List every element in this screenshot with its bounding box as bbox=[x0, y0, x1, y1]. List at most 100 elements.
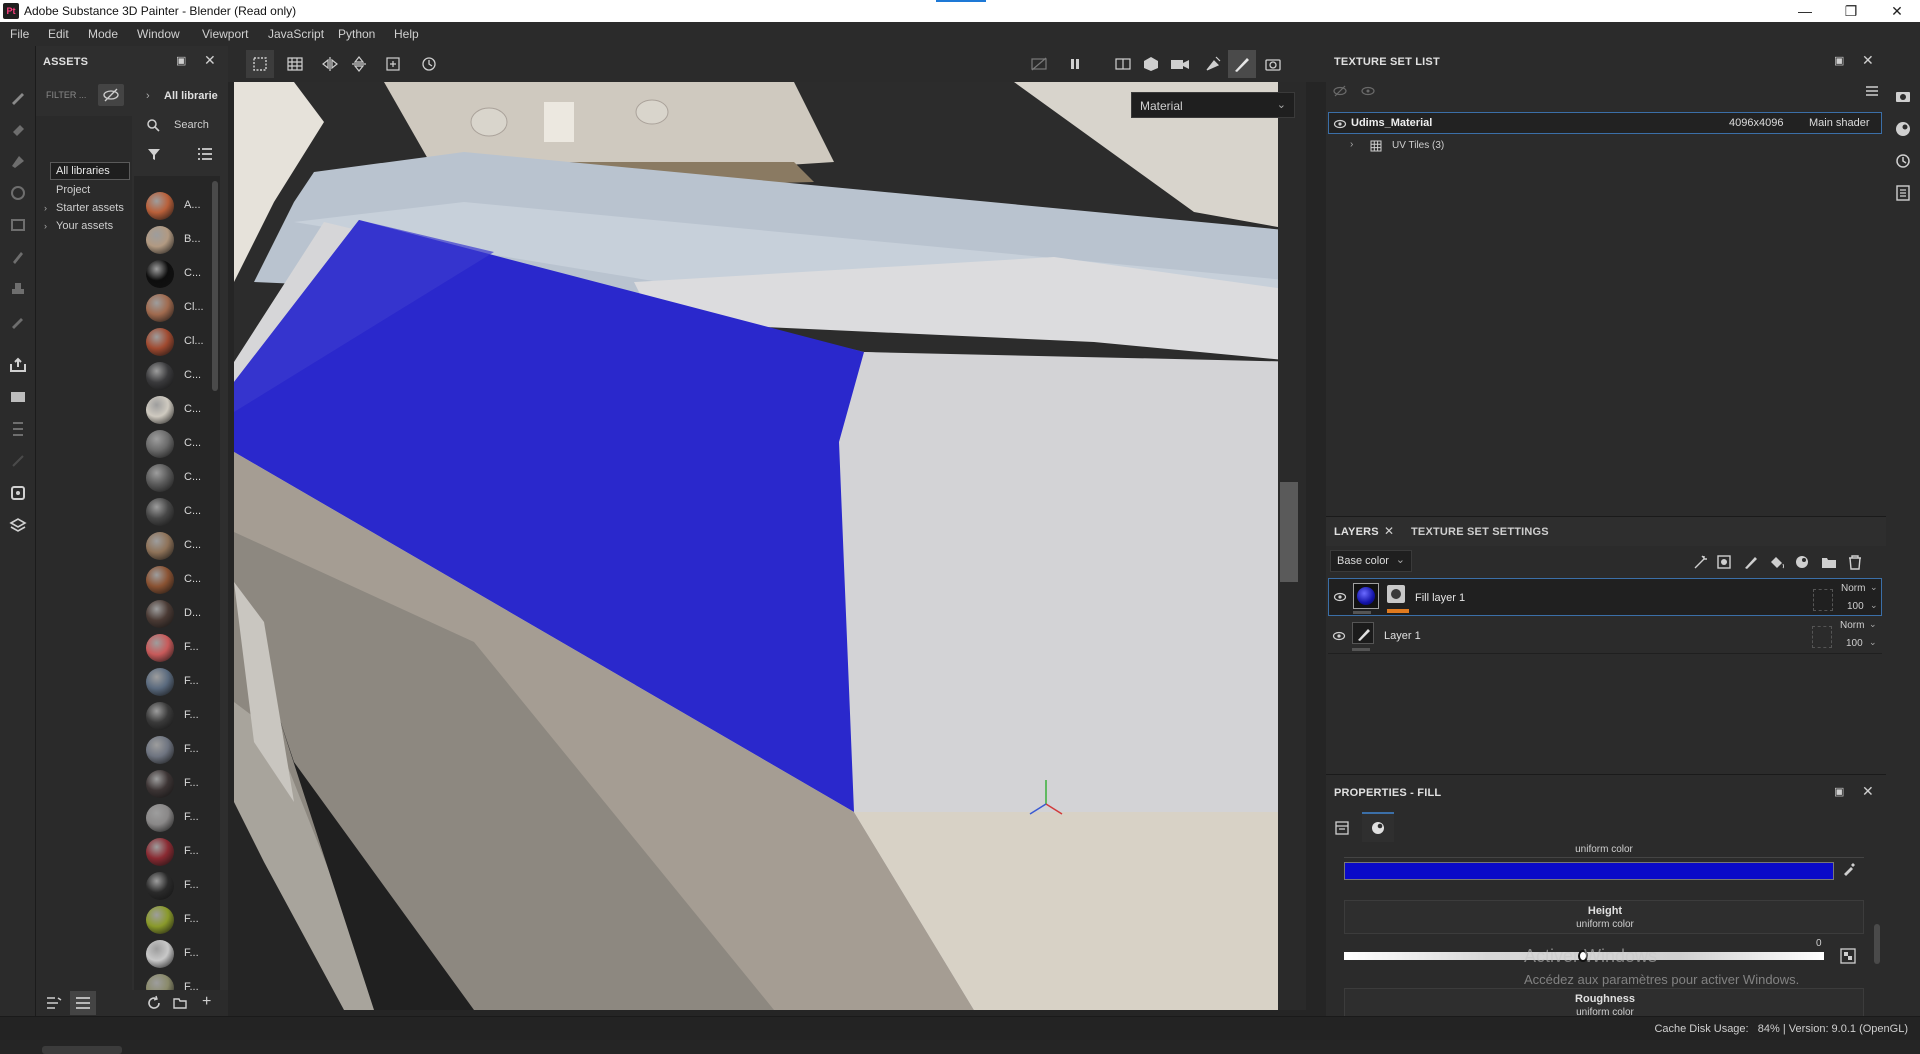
asset-label[interactable]: F... bbox=[184, 947, 199, 959]
asset-thumbnail[interactable] bbox=[146, 192, 174, 220]
3d-viewport[interactable] bbox=[234, 82, 1306, 1010]
tree-item-project[interactable]: Project bbox=[56, 184, 90, 196]
shelf-icon[interactable] bbox=[9, 420, 27, 438]
clone-icon[interactable] bbox=[9, 248, 27, 266]
asset-thumbnail[interactable] bbox=[146, 906, 174, 934]
asset-label[interactable]: F... bbox=[184, 641, 199, 653]
texture-set-row[interactable]: Udims_Material 4096x4096 Main shader bbox=[1328, 112, 1882, 134]
asset-label[interactable]: B... bbox=[184, 233, 201, 245]
asset-label[interactable]: C... bbox=[184, 539, 201, 551]
menu-icon[interactable] bbox=[1864, 84, 1880, 98]
mask-thumbnail[interactable] bbox=[1387, 585, 1405, 603]
close-panel-icon[interactable]: ✕ bbox=[1862, 52, 1874, 69]
history-icon[interactable] bbox=[1894, 152, 1912, 170]
asset-thumbnail[interactable] bbox=[146, 328, 174, 356]
asset-label[interactable]: Cl... bbox=[184, 335, 204, 347]
asset-thumbnail[interactable] bbox=[146, 294, 174, 322]
cube-icon[interactable] bbox=[1142, 55, 1160, 73]
filter-visibility-button[interactable] bbox=[98, 84, 124, 106]
asset-thumbnail[interactable] bbox=[146, 430, 174, 458]
asset-thumbnail[interactable] bbox=[146, 566, 174, 594]
asset-thumbnail[interactable] bbox=[146, 872, 174, 900]
layer-row[interactable]: Fill layer 1 Norm ⌄ 100 ⌄ bbox=[1328, 578, 1882, 616]
uv-tiles-label[interactable]: UV Tiles (3) bbox=[1392, 140, 1444, 151]
filter-icon[interactable] bbox=[146, 146, 162, 162]
eye-icon[interactable] bbox=[1333, 118, 1347, 130]
channel-dropdown[interactable]: Base color ⌄ bbox=[1330, 550, 1412, 572]
close-tab-icon[interactable]: ✕ bbox=[1384, 524, 1394, 538]
asset-thumbnail[interactable] bbox=[146, 770, 174, 798]
add-mask-icon[interactable] bbox=[1716, 554, 1734, 570]
chevron-down-icon[interactable]: ⌄ bbox=[1870, 582, 1878, 593]
close-assets-icon[interactable]: ✕ bbox=[204, 52, 216, 69]
add-asset-icon[interactable]: + bbox=[202, 993, 211, 1011]
add-folder-icon[interactable] bbox=[1820, 554, 1838, 570]
asset-label[interactable]: C... bbox=[184, 267, 201, 279]
asset-label[interactable]: F... bbox=[184, 811, 199, 823]
layer-name[interactable]: Fill layer 1 bbox=[1415, 592, 1465, 604]
hide-icon[interactable] bbox=[1030, 56, 1048, 72]
grid-icon[interactable] bbox=[286, 56, 304, 72]
eye-off-icon[interactable] bbox=[1332, 84, 1348, 98]
asset-label[interactable]: A... bbox=[184, 199, 201, 211]
undock-icon[interactable]: ▣ bbox=[1834, 785, 1844, 798]
asset-thumbnail[interactable] bbox=[146, 804, 174, 832]
effect-icon[interactable] bbox=[1692, 554, 1710, 570]
split-view-icon[interactable] bbox=[1114, 56, 1132, 72]
fill-settings-icon[interactable] bbox=[1334, 820, 1350, 836]
asset-thumbnail[interactable] bbox=[146, 498, 174, 526]
camera-icon[interactable] bbox=[1170, 56, 1190, 72]
asset-label[interactable]: D... bbox=[184, 607, 201, 619]
camera-snapshot-icon[interactable] bbox=[1894, 88, 1912, 104]
projection-icon[interactable] bbox=[9, 152, 27, 170]
smudge-icon[interactable] bbox=[9, 216, 27, 234]
layer-row[interactable]: Layer 1 Norm ⌄ 100 ⌄ bbox=[1328, 618, 1882, 654]
chevron-right-icon[interactable]: › bbox=[146, 90, 150, 102]
add-smart-material-icon[interactable] bbox=[1794, 554, 1812, 570]
search-input[interactable]: Search bbox=[174, 119, 209, 131]
refresh-icon[interactable] bbox=[146, 995, 162, 1011]
bake-icon[interactable] bbox=[9, 388, 27, 406]
blend-mode[interactable]: Norm bbox=[1840, 620, 1864, 631]
asset-label[interactable]: F... bbox=[184, 845, 199, 857]
tab-layers[interactable]: LAYERS bbox=[1334, 526, 1379, 538]
menu-edit[interactable]: Edit bbox=[48, 27, 69, 41]
eye-icon[interactable] bbox=[1332, 630, 1346, 642]
add-fill-layer-icon[interactable] bbox=[1768, 554, 1786, 570]
asset-label[interactable]: Cl... bbox=[184, 301, 204, 313]
close-panel-icon[interactable]: ✕ bbox=[1862, 783, 1874, 800]
symmetry-tool-icon[interactable] bbox=[1204, 55, 1222, 73]
tree-item-starter-assets[interactable]: Starter assets bbox=[56, 202, 124, 214]
paint-mode-button[interactable] bbox=[1228, 50, 1256, 78]
add-paint-layer-icon[interactable] bbox=[1742, 554, 1760, 570]
mirror-x-icon[interactable] bbox=[321, 56, 339, 72]
eye-icon[interactable] bbox=[1360, 84, 1376, 98]
blend-mode[interactable]: Norm bbox=[1841, 583, 1865, 594]
asset-thumbnail[interactable] bbox=[146, 736, 174, 764]
tree-item-all-libraries[interactable]: All libraries bbox=[50, 162, 130, 180]
mirror-y-icon[interactable] bbox=[351, 56, 367, 72]
asset-label[interactable]: C... bbox=[184, 505, 201, 517]
asset-label[interactable]: C... bbox=[184, 403, 201, 415]
display-settings-icon[interactable] bbox=[9, 484, 27, 502]
chevron-down-icon[interactable]: ⌄ bbox=[1870, 600, 1878, 611]
asset-thumbnail[interactable] bbox=[146, 260, 174, 288]
layer-thumbnail[interactable] bbox=[1352, 622, 1374, 644]
tree-item-your-assets[interactable]: Your assets bbox=[56, 220, 113, 232]
menu-python[interactable]: Python bbox=[338, 27, 375, 41]
asset-label[interactable]: F... bbox=[184, 709, 199, 721]
tree-scrollbar[interactable] bbox=[42, 1046, 122, 1054]
asset-label[interactable]: F... bbox=[184, 743, 199, 755]
texture-input-icon[interactable] bbox=[1840, 948, 1856, 964]
texture-icon[interactable] bbox=[9, 516, 27, 534]
chevron-down-icon[interactable]: ⌄ bbox=[1869, 637, 1877, 648]
asset-thumbnail[interactable] bbox=[146, 838, 174, 866]
export-icon[interactable] bbox=[9, 356, 27, 374]
asset-label[interactable]: C... bbox=[184, 573, 201, 585]
pause-icon[interactable] bbox=[1068, 57, 1082, 71]
asset-thumbnail[interactable] bbox=[146, 532, 174, 560]
breadcrumb[interactable]: All librarie bbox=[164, 90, 228, 102]
minimize-icon[interactable]: — bbox=[1782, 0, 1828, 22]
close-window-icon[interactable]: ✕ bbox=[1874, 0, 1920, 22]
properties-scrollbar[interactable] bbox=[1874, 924, 1880, 964]
